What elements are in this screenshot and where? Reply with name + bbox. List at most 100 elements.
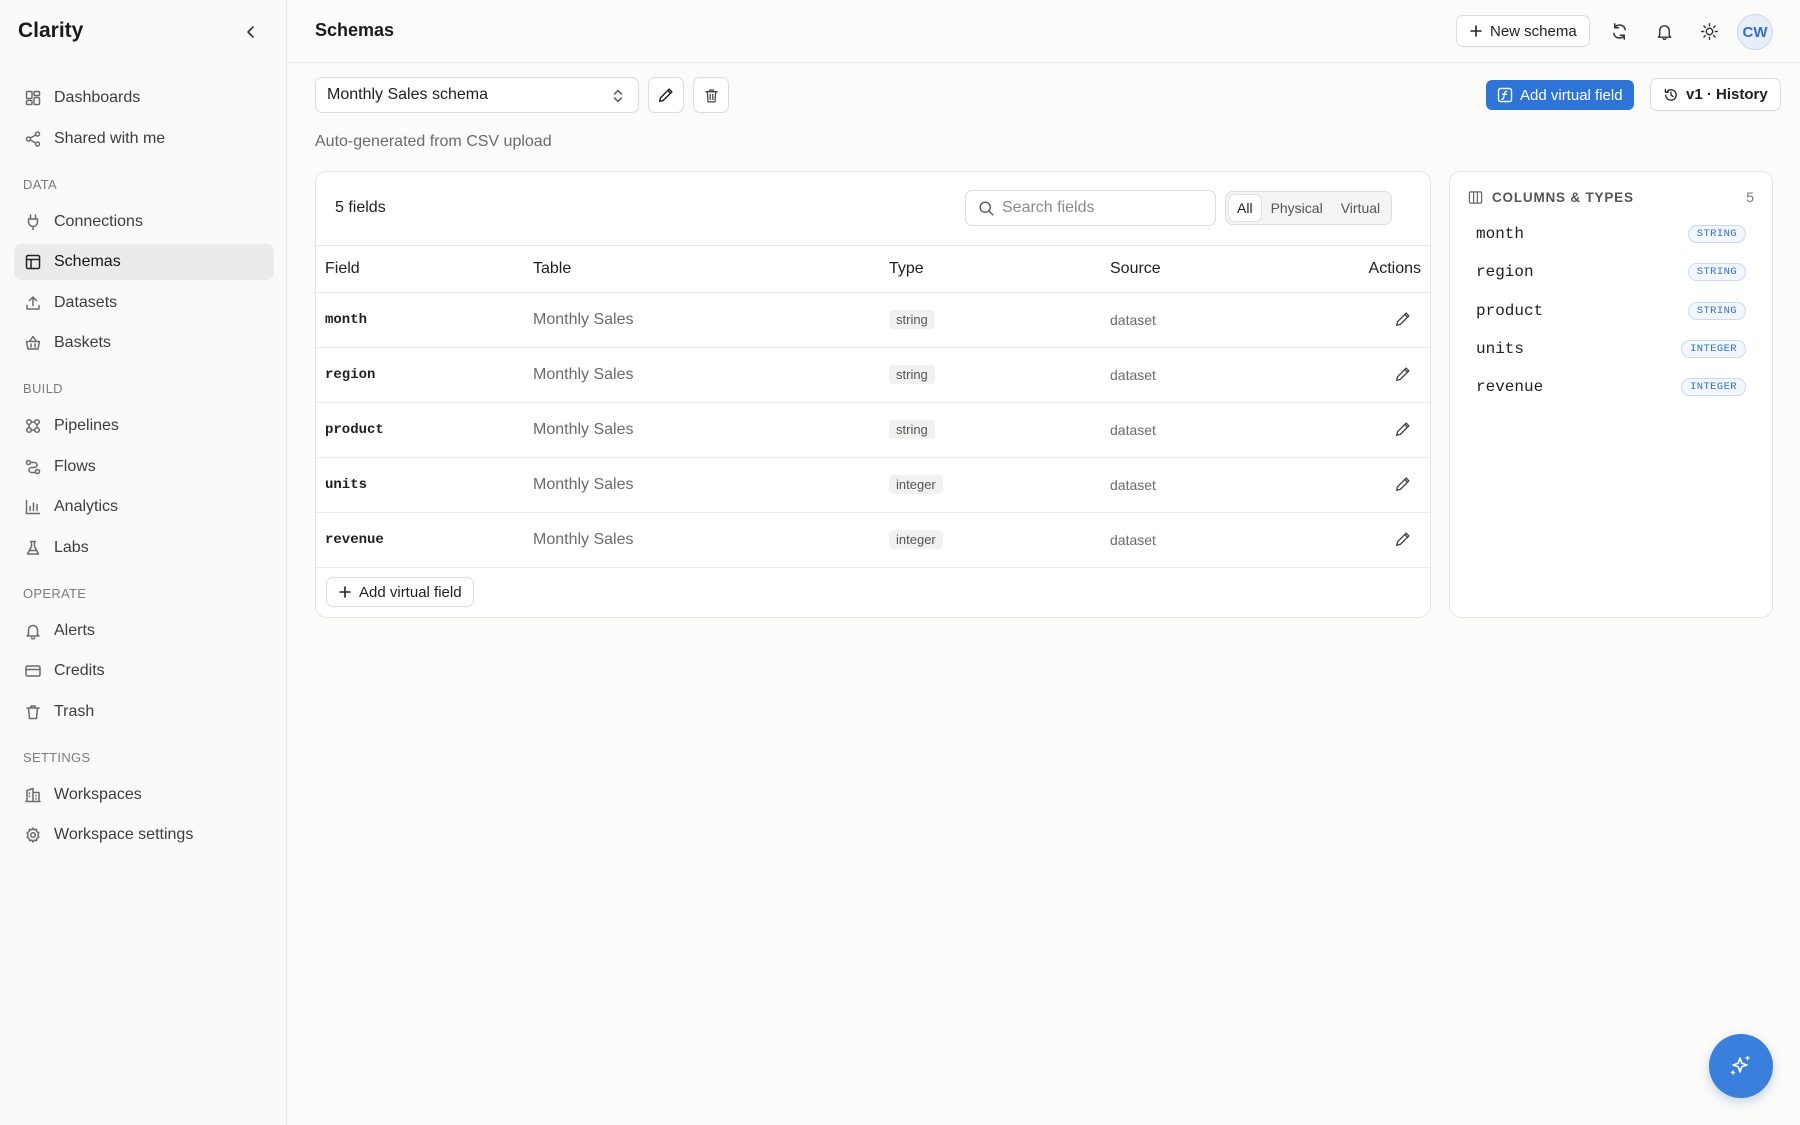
type-chip: integer bbox=[889, 475, 943, 494]
sidebar-item-datasets[interactable]: Datasets bbox=[14, 285, 274, 321]
sidebar-item-label: Dashboards bbox=[54, 89, 141, 106]
sidebar-item-label: Flows bbox=[54, 457, 96, 475]
sidebar-item-trash[interactable]: Trash bbox=[14, 694, 274, 730]
table-icon bbox=[25, 254, 41, 270]
sidebar-item-label: Credits bbox=[54, 662, 105, 679]
column-type-badge: INTEGER bbox=[1681, 340, 1746, 359]
ai-assistant-button[interactable] bbox=[1709, 1034, 1773, 1098]
column-name: product bbox=[1476, 301, 1544, 320]
sidebar-item-credits[interactable]: Credits bbox=[14, 653, 274, 689]
edit-schema-button[interactable] bbox=[648, 77, 684, 113]
sidebar-item-shared-with-me[interactable]: Shared with me bbox=[14, 121, 274, 157]
sidebar-item-label: Trash bbox=[54, 702, 95, 720]
sidebar-item-schemas[interactable]: Schemas bbox=[14, 244, 274, 280]
column-type-row: units INTEGER bbox=[1476, 330, 1746, 368]
sidebar-item-baskets[interactable]: Baskets bbox=[14, 325, 274, 361]
search-input[interactable] bbox=[1002, 199, 1202, 217]
sidebar-item-label: Labs bbox=[54, 538, 89, 556]
sidebar-item-label: Alerts bbox=[54, 621, 95, 639]
collapse-sidebar-button[interactable] bbox=[240, 21, 262, 43]
new-schema-button[interactable]: New schema bbox=[1456, 15, 1590, 47]
add-virtual-field-primary-button[interactable]: Add virtual field bbox=[1486, 80, 1634, 110]
field-source: dataset bbox=[1110, 402, 1320, 458]
search-box[interactable] bbox=[965, 190, 1216, 226]
edit-field-button[interactable] bbox=[1391, 307, 1415, 331]
history-icon bbox=[1664, 88, 1677, 101]
field-table: Monthly Sales bbox=[533, 402, 889, 458]
gear-icon bbox=[26, 827, 40, 843]
field-actions-cell bbox=[1320, 347, 1430, 403]
add-virtual-field-primary-label: Add virtual field bbox=[1520, 86, 1623, 104]
flow-icon bbox=[25, 459, 41, 474]
sidebar-item-label: Analytics bbox=[54, 498, 119, 515]
field-type-cell: integer bbox=[889, 512, 1110, 568]
type-chip: string bbox=[889, 420, 935, 439]
edit-field-button[interactable] bbox=[1391, 472, 1415, 496]
sidebar-item-dashboards[interactable]: Dashboards bbox=[14, 80, 274, 116]
filter-physical[interactable]: Physical bbox=[1263, 195, 1331, 221]
sidebar-item-labs[interactable]: Labs bbox=[14, 530, 274, 566]
sidebar-item-pipelines[interactable]: Pipelines bbox=[14, 408, 274, 444]
flow-icon bbox=[24, 458, 42, 476]
filter-all[interactable]: All bbox=[1229, 195, 1261, 221]
schema-description: Auto-generated from CSV upload bbox=[315, 133, 552, 150]
add-virtual-field-button[interactable]: Add virtual field bbox=[326, 577, 474, 607]
pencil-icon bbox=[1396, 531, 1410, 546]
sidebar-item-flows[interactable]: Flows bbox=[14, 449, 274, 485]
sidebar-item-workspaces[interactable]: Workspaces bbox=[14, 777, 274, 813]
sidebar-section-settings: SETTINGS bbox=[23, 749, 91, 765]
field-source: dataset bbox=[1110, 457, 1320, 513]
table-row: month Monthly Sales string dataset bbox=[316, 292, 1430, 348]
avatar[interactable]: CW bbox=[1737, 14, 1773, 50]
sidebar-section-data: DATA bbox=[23, 176, 57, 192]
edit-field-button[interactable] bbox=[1391, 417, 1415, 441]
topbar: Schemas New schema CW bbox=[288, 0, 1800, 63]
columns-panel-count: 5 bbox=[1746, 189, 1754, 205]
pipelines-icon bbox=[24, 417, 42, 435]
schema-select[interactable]: Monthly Sales schema bbox=[315, 77, 639, 113]
schema-select-value: Monthly Sales schema bbox=[327, 86, 488, 103]
table-row: product Monthly Sales string dataset bbox=[316, 402, 1430, 458]
field-source: dataset bbox=[1110, 347, 1320, 403]
field-name: region bbox=[316, 347, 533, 403]
field-table: Monthly Sales bbox=[533, 347, 889, 403]
edit-field-button[interactable] bbox=[1391, 362, 1415, 386]
sidebar-item-analytics[interactable]: Analytics bbox=[14, 489, 274, 525]
field-type-cell: integer bbox=[889, 457, 1110, 513]
column-type-row: month STRING bbox=[1476, 215, 1746, 253]
sidebar-item-connections[interactable]: Connections bbox=[14, 204, 274, 240]
table-header-row: Field Table Type Source Actions bbox=[316, 246, 1430, 293]
table-row: revenue Monthly Sales integer dataset bbox=[316, 512, 1430, 568]
column-name: region bbox=[1476, 263, 1534, 282]
plus-icon bbox=[1470, 25, 1482, 37]
bell-icon[interactable] bbox=[1653, 20, 1675, 42]
pencil-icon bbox=[658, 88, 673, 103]
field-name: revenue bbox=[316, 512, 533, 568]
chevron-updown-icon bbox=[613, 89, 623, 103]
field-source: dataset bbox=[1110, 292, 1320, 348]
field-name: units bbox=[316, 457, 533, 513]
field-table: Monthly Sales bbox=[533, 457, 889, 513]
delete-schema-button[interactable] bbox=[693, 77, 729, 113]
page-title: Schemas bbox=[315, 20, 395, 40]
share-icon bbox=[25, 130, 41, 147]
credit-card-icon bbox=[24, 662, 42, 680]
sidebar-item-alerts[interactable]: Alerts bbox=[14, 613, 274, 649]
edit-field-button[interactable] bbox=[1391, 527, 1415, 551]
history-button[interactable]: v1 · History bbox=[1650, 78, 1781, 111]
column-type-row: revenue INTEGER bbox=[1476, 368, 1746, 406]
sun-icon[interactable] bbox=[1698, 20, 1720, 42]
building-icon bbox=[25, 787, 41, 802]
column-type-badge: STRING bbox=[1687, 225, 1746, 244]
sidebar-item-workspace-settings[interactable]: Workspace settings bbox=[14, 817, 274, 853]
column-type-row: region STRING bbox=[1476, 253, 1746, 291]
field-name: product bbox=[316, 402, 533, 458]
column-type-row: product STRING bbox=[1476, 292, 1746, 330]
sidebar-item-label: Baskets bbox=[54, 334, 111, 351]
field-actions-cell bbox=[1320, 457, 1430, 513]
column-name: units bbox=[1476, 340, 1525, 359]
plug-icon bbox=[24, 213, 42, 231]
refresh-icon[interactable] bbox=[1608, 20, 1630, 42]
columns-list: month STRING region STRING product STRING unit… bbox=[1476, 215, 1746, 406]
filter-virtual[interactable]: Virtual bbox=[1333, 195, 1388, 221]
